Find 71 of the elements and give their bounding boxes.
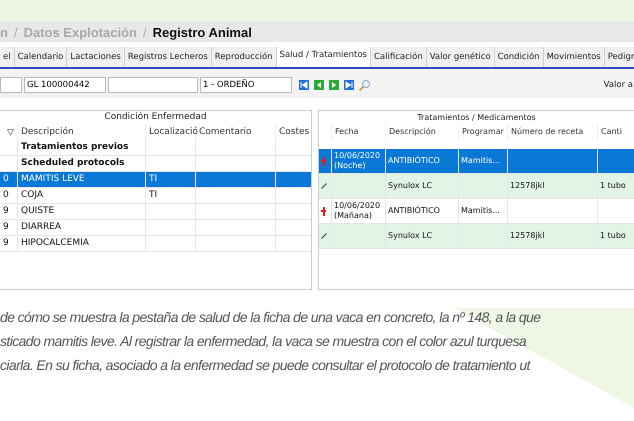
table-title: Condición Enfermedad bbox=[103, 111, 208, 124]
column-header[interactable]: Número de receta bbox=[508, 124, 598, 140]
table-cell: 10/06/2020 (Noche) bbox=[332, 149, 386, 174]
tab[interactable]: Lactaciones bbox=[67, 47, 125, 67]
column-header[interactable]: Programar bbox=[459, 124, 508, 140]
table-cell: Tratamientos previos bbox=[18, 140, 146, 156]
column-header[interactable]: Descripción bbox=[18, 124, 146, 140]
tab[interactable]: Valor genético bbox=[426, 47, 495, 67]
table-cell bbox=[146, 220, 196, 236]
table-cell: 9 bbox=[0, 236, 18, 252]
breadcrumb-separator: / bbox=[143, 24, 147, 40]
column-header[interactable]: Fecha bbox=[332, 124, 386, 140]
tab[interactable]: Condición bbox=[494, 47, 544, 67]
table-cell: Mamitis... bbox=[459, 149, 508, 174]
previous-icon[interactable] bbox=[313, 78, 325, 92]
tab[interactable]: Salud / Tratamientos bbox=[276, 47, 371, 67]
tab[interactable]: Registros Lecheros bbox=[124, 47, 212, 67]
table-cell: MAMITIS LEVE bbox=[18, 172, 146, 188]
search-icon[interactable] bbox=[358, 78, 371, 92]
table-cell: Synulox LC bbox=[386, 224, 459, 249]
last-icon[interactable] bbox=[343, 78, 355, 92]
table-title: Tratamientos / Medicamentos bbox=[416, 112, 537, 124]
column-header[interactable]: Costes bbox=[276, 124, 311, 140]
tab[interactable]: Movimientos bbox=[544, 47, 605, 67]
pencil-icon bbox=[321, 183, 327, 189]
breadcrumb-separator: / bbox=[14, 24, 18, 40]
column-header[interactable]: Comentario bbox=[196, 124, 276, 140]
field-label: Valor a bbox=[604, 80, 634, 90]
pencil-icon bbox=[321, 233, 327, 239]
tab[interactable]: Pedigr bbox=[604, 47, 634, 67]
table-cell: 1 tubo bbox=[598, 224, 634, 249]
page-title: Registro Animal bbox=[152, 24, 252, 40]
caption-text: de cómo se muestra la pestaña de salud de la ficha de una vaca en concreto, la nº 148, a la que bbox=[0, 308, 542, 326]
table-cell bbox=[276, 172, 311, 188]
first-icon[interactable] bbox=[298, 78, 310, 92]
table-cell: DIARREA bbox=[18, 220, 146, 236]
text-field[interactable]: GL 100000442 bbox=[24, 77, 106, 93]
table-cell: TI bbox=[146, 172, 196, 188]
caption-text: sticado mamitis leve. Al registrar la enfermedad, la vaca se muestra con el color azul turquesa bbox=[0, 332, 528, 350]
table-cell bbox=[146, 204, 196, 220]
table-cell: TI bbox=[146, 188, 196, 204]
column-header[interactable]: Descripción bbox=[386, 124, 459, 140]
table-cell bbox=[146, 140, 196, 156]
tab[interactable]: el bbox=[0, 47, 15, 67]
table-cell: COJA bbox=[18, 188, 146, 204]
table-cell bbox=[459, 174, 508, 199]
table-cell: 1 tubo bbox=[598, 174, 634, 199]
table-cell: 0 bbox=[0, 188, 18, 204]
caption-text: ciarla. En su ficha, asociado a la enfermedad se puede consultar el protocolo de tratamiento ut bbox=[0, 356, 532, 374]
tab[interactable]: Calendario bbox=[14, 47, 68, 67]
table-cell: 12578jkl bbox=[508, 174, 598, 199]
table-cell bbox=[598, 149, 634, 174]
table-cell: 0 bbox=[0, 172, 18, 188]
table-cell bbox=[146, 236, 196, 252]
tab[interactable]: Reproducción bbox=[212, 47, 277, 67]
table-cell: Synulox LC bbox=[386, 174, 459, 199]
text-field[interactable] bbox=[0, 77, 22, 93]
table-cell: 9 bbox=[0, 204, 18, 220]
table-cell: QUISTE bbox=[18, 204, 146, 220]
table-cell bbox=[459, 224, 508, 249]
column-header[interactable]: Localizació bbox=[146, 124, 196, 140]
tab[interactable]: Calificación bbox=[370, 47, 427, 67]
table-cell: ANTIBIÓTICO bbox=[386, 149, 459, 174]
next-icon[interactable] bbox=[328, 78, 340, 92]
filter-icon[interactable] bbox=[7, 128, 14, 136]
text-field[interactable]: 1 - ORDEÑO bbox=[200, 77, 292, 93]
column-header[interactable]: Canti bbox=[598, 124, 634, 140]
text-field[interactable] bbox=[108, 77, 198, 93]
table-cell: 9 bbox=[0, 220, 18, 236]
table-cell: HIPOCALCEMIA bbox=[18, 236, 146, 252]
table-cell: 12578jkl bbox=[508, 224, 598, 249]
